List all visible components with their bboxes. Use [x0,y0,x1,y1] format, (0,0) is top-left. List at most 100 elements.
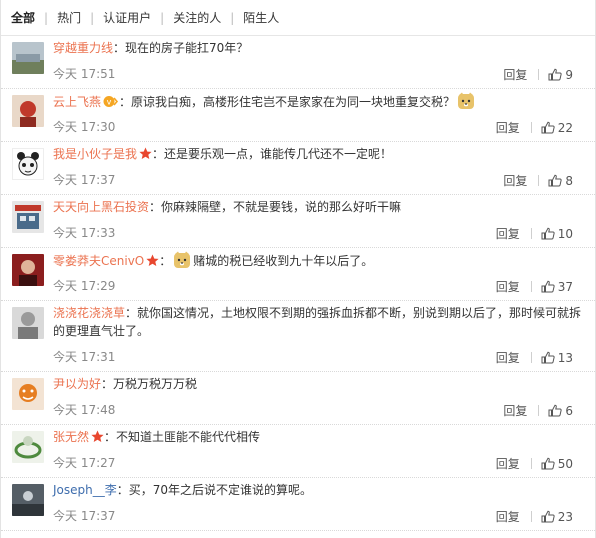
like-button[interactable]: 13 [541,351,573,365]
comment-actions: 回复 8 [503,172,573,189]
comment-actions: 回复 50 [496,455,573,472]
comment-item: 穿越重力线：现在的房子能扛70年？ 今天 17:51 回复 9 [1,36,595,89]
filter-tabs: 全部 | 热门 | 认证用户 | 关注的人 | 陌生人 [1,0,595,36]
comment-item: 天天向上黑石投资：你麻辣隔壁，不就是要钱，说的那么好听干嘛 今天 17:33 回… [1,195,595,248]
comment-item: 我是小伙子是我 ：还是要乐观一点，谁能传几代还不一定呢！ 今天 17:37 回复 … [1,142,595,195]
like-count: 13 [557,350,573,365]
reply-button[interactable]: 回复 [496,119,520,136]
avatar[interactable] [12,254,44,286]
comment-actions: 回复 9 [503,66,573,83]
like-count: 6 [565,403,573,418]
username-link[interactable]: 云上飞燕 [53,95,101,109]
thumbs-up-icon [541,121,555,134]
avatar[interactable] [12,484,44,516]
reply-button[interactable]: 回复 [496,225,520,242]
like-button[interactable]: 10 [541,227,573,241]
username-link[interactable]: 天天向上黑石投资 [53,200,149,214]
doge-emoji-icon [173,251,191,274]
comment-item: 浇浇花浇浇草：就你国这情况，土地权限不到期的强拆血拆都不断，别说到期以后了，那时… [1,301,595,372]
username-link[interactable]: 我是小伙子是我 [53,147,137,161]
thumbs-up-icon [548,174,563,187]
reply-button[interactable]: 回复 [496,455,520,472]
like-button[interactable]: 6 [548,404,573,418]
like-button[interactable]: 23 [541,510,573,524]
like-count: 50 [557,456,573,471]
comment-item: 尹以为好：万税万税万万税 今天 17:48 回复 6 [1,372,595,425]
like-button[interactable]: 9 [548,68,573,82]
username-link[interactable]: 浇浇花浇浇草 [53,306,125,320]
like-button[interactable]: 37 [541,280,573,294]
comment-content: 天天向上黑石投资：你麻辣隔壁，不就是要钱，说的那么好听干嘛 [53,200,402,214]
comment-text: 你麻辣隔壁，不就是要钱，说的那么好听干嘛 [161,200,402,214]
avatar[interactable] [12,42,44,74]
like-count: 9 [565,67,573,82]
comment-time: 今天 17:30 [53,120,116,134]
member-badge-icon: v [103,95,119,113]
like-count: 23 [557,509,573,524]
avatar[interactable] [12,431,44,463]
thumbs-up-icon [548,404,563,417]
comment-time: 今天 17:51 [53,67,116,81]
comment-actions: 回复 10 [496,225,573,242]
comment-content: 我是小伙子是我 ：还是要乐观一点，谁能传几代还不一定呢！ [53,145,587,165]
comment-content: Joseph__李：买，70年之后说不定谁说的算呢。 [53,483,313,497]
comment-list: 穿越重力线：现在的房子能扛70年？ 今天 17:51 回复 9 云上飞燕 v ：原谅… [1,36,595,531]
avatar[interactable] [12,378,44,410]
thumbs-up-icon [541,510,555,523]
avatar[interactable] [12,148,44,180]
svg-text:v: v [107,98,112,107]
tab-hot[interactable]: 热门 [57,9,81,26]
like-button[interactable]: 22 [541,121,573,135]
username-link[interactable]: 穿越重力线 [53,41,113,55]
comment-actions: 回复 6 [503,402,573,419]
like-button[interactable]: 8 [548,174,573,188]
thumbs-up-icon [541,457,555,470]
avatar[interactable] [12,307,44,339]
reply-button[interactable]: 回复 [496,349,520,366]
reply-button[interactable]: 回复 [503,402,527,419]
comment-time: 今天 17:37 [53,509,116,523]
comment-text: 原谅我白痴，高楼形住宅岂不是家家在为同一块地重复交税？ [131,95,456,109]
comment-actions: 回复 23 [496,508,573,525]
comment-item: 零娄莽夫CenivO：赌城的税已经收到九十年以后了。 今天 17:29 回复 3… [1,248,595,301]
thumbs-up-icon [541,227,555,240]
avatar[interactable] [12,95,44,127]
comment-content: 张无然 ：不知道土匪能不能代代相传 [53,428,587,448]
username-link[interactable]: 零娄莽夫CenivO [53,254,144,268]
comment-text: 还是要乐观一点，谁能传几代还不一定呢！ [164,147,393,161]
comment-panel: 全部 | 热门 | 认证用户 | 关注的人 | 陌生人 穿越重力线：现在的房子能… [0,0,596,538]
star-badge-icon [146,254,159,272]
comment-actions: 回复 37 [496,278,573,295]
username-link[interactable]: 张无然 [53,430,89,444]
reply-button[interactable]: 回复 [496,278,520,295]
tab-all[interactable]: 全部 [11,9,35,26]
star-badge-icon [91,430,104,448]
comment-text: 赌城的税已经收到九十年以后了。 [193,254,374,268]
like-count: 22 [557,120,573,135]
comment-time: 今天 17:48 [53,403,116,417]
like-button[interactable]: 50 [541,457,573,471]
tab-verified-users[interactable]: 认证用户 [103,9,151,26]
reply-button[interactable]: 回复 [496,508,520,525]
tab-strangers[interactable]: 陌生人 [243,9,279,26]
tab-following[interactable]: 关注的人 [173,9,221,26]
comment-time: 今天 17:27 [53,456,116,470]
comment-content: 零娄莽夫CenivO：赌城的税已经收到九十年以后了。 [53,251,587,274]
comment-content: 穿越重力线：现在的房子能扛70年？ [53,41,249,55]
username-link[interactable]: Joseph__李 [53,483,117,497]
like-count: 10 [557,226,573,241]
avatar[interactable] [12,201,44,233]
reply-button[interactable]: 回复 [503,66,527,83]
comment-time: 今天 17:33 [53,226,116,240]
comment-time: 今天 17:37 [53,173,116,187]
comment-text: 买，70年之后说不定谁说的算呢。 [128,483,313,497]
star-badge-icon [139,147,152,165]
comment-item: 云上飞燕 v ：原谅我白痴，高楼形住宅岂不是家家在为同一块地重复交税？ 今天 17:… [1,89,595,142]
comment-time: 今天 17:29 [53,279,116,293]
like-count: 8 [565,173,573,188]
reply-button[interactable]: 回复 [503,172,527,189]
comment-text: 万税万税万万税 [113,377,198,391]
comment-actions: 回复 13 [496,349,573,366]
comment-time: 今天 17:31 [53,350,116,364]
username-link[interactable]: 尹以为好 [53,377,101,391]
